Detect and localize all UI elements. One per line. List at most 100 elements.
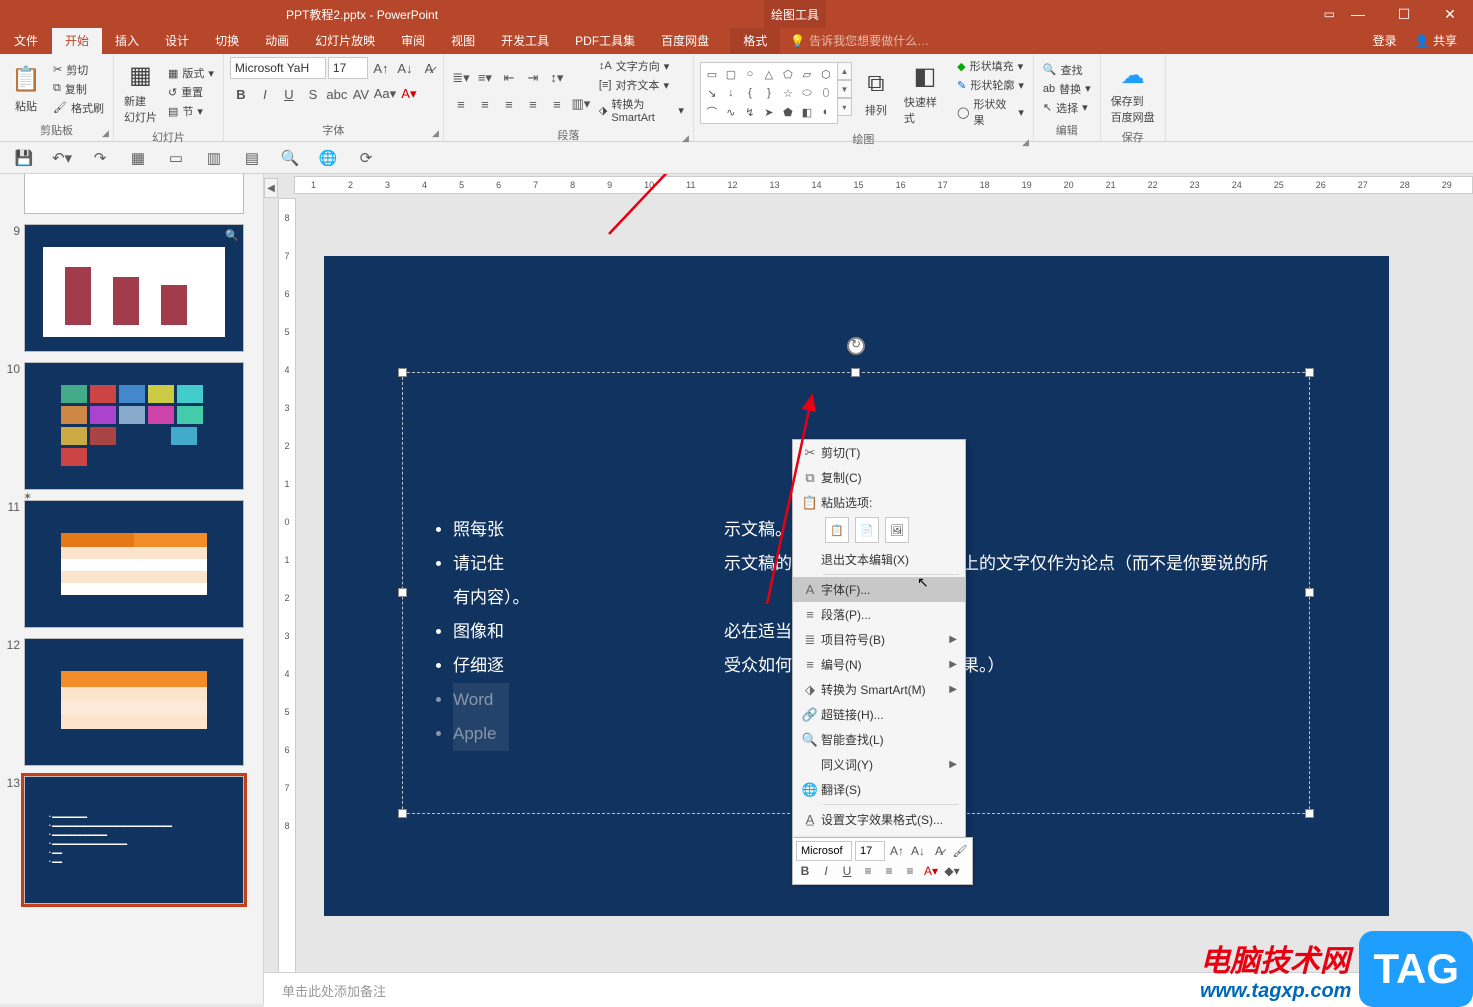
save-baidu-button[interactable]: ☁保存到 百度网盘 bbox=[1107, 57, 1159, 127]
mini-align[interactable]: ≡ bbox=[880, 861, 898, 881]
resize-handle[interactable] bbox=[1305, 588, 1314, 597]
slide-thumb[interactable]: 11 bbox=[4, 500, 257, 628]
mini-painter-icon[interactable]: 🖌 bbox=[951, 841, 969, 861]
mini-fontcolor[interactable]: A▾ bbox=[922, 861, 940, 881]
resize-handle[interactable] bbox=[1305, 809, 1314, 818]
section-button[interactable]: ▤节▾ bbox=[165, 102, 217, 120]
align-left-button[interactable]: ≡ bbox=[450, 93, 472, 115]
font-launcher-icon[interactable]: ◢ bbox=[432, 128, 439, 139]
qat-icon[interactable]: ▤ bbox=[242, 148, 262, 168]
ctx-synonyms[interactable]: 同义词(Y)▶ bbox=[793, 752, 965, 777]
paste-option-1[interactable]: 📋 bbox=[825, 517, 849, 543]
align-text-button[interactable]: [≡]对齐文本▾ bbox=[596, 76, 687, 94]
maximize-button[interactable]: ☐ bbox=[1381, 0, 1427, 28]
ctx-hyperlink[interactable]: 🔗超链接(H)... bbox=[793, 702, 965, 727]
shape-fill-button[interactable]: ◆形状填充▾ bbox=[954, 57, 1027, 75]
share-button[interactable]: 👤 共享 bbox=[1407, 27, 1465, 54]
replace-button[interactable]: ab替换▾ bbox=[1040, 80, 1094, 98]
increase-font-icon[interactable]: A↑ bbox=[370, 57, 392, 79]
ctx-numbering[interactable]: ≡编号(N)▶ bbox=[793, 652, 965, 677]
tab-developer[interactable]: 开发工具 bbox=[488, 27, 562, 54]
magnify-icon[interactable]: 🔍 bbox=[225, 229, 239, 242]
mini-decrease-icon[interactable]: A↓ bbox=[909, 841, 927, 861]
mini-bold[interactable]: B bbox=[796, 861, 814, 881]
decrease-font-icon[interactable]: A↓ bbox=[394, 57, 416, 79]
slide-thumb-selected[interactable]: 13 • ▬▬▬▬▬▬▬• ▬▬▬▬▬▬▬▬▬▬▬▬▬▬▬▬▬▬▬▬▬▬▬▬• … bbox=[4, 776, 257, 904]
bullets-button[interactable]: ≣▾ bbox=[450, 67, 472, 89]
minimize-button[interactable]: — bbox=[1335, 0, 1381, 28]
mini-clear-icon[interactable]: A̷ bbox=[930, 841, 948, 861]
ctx-exit-text[interactable]: 退出文本编辑(X) bbox=[793, 547, 965, 572]
mini-underline[interactable]: U bbox=[838, 861, 856, 881]
line-spacing-button[interactable]: ↕▾ bbox=[546, 67, 568, 89]
shape-effects-button[interactable]: ◯形状效果▾ bbox=[954, 95, 1027, 129]
undo-icon[interactable]: ↶▾ bbox=[52, 148, 72, 168]
resize-handle[interactable] bbox=[398, 809, 407, 818]
spacing-button[interactable]: AV bbox=[350, 83, 372, 105]
tell-me-input[interactable]: 💡告诉我您想要做什么… bbox=[790, 27, 929, 54]
slide-editor[interactable]: ◀ 12345678910111213141516171819202122232… bbox=[264, 174, 1473, 1004]
resize-handle[interactable] bbox=[398, 588, 407, 597]
tab-file[interactable]: 文件 bbox=[0, 27, 52, 54]
paste-button[interactable]: 📋粘贴 bbox=[6, 62, 46, 116]
find-button[interactable]: 🔍查找 bbox=[1040, 61, 1094, 79]
shapes-gallery[interactable]: ▭▢○△⬠▱⬡ ↘↓{}☆⬭⬯ ⌒∿↯➤⬟◧◐ bbox=[700, 62, 838, 124]
convert-smartart-button[interactable]: ⬗转换为 SmartArt▾ bbox=[596, 95, 687, 125]
qat-icon[interactable]: ▦ bbox=[128, 148, 148, 168]
layout-button[interactable]: ▦版式▾ bbox=[165, 64, 217, 82]
strike-button[interactable]: abc bbox=[326, 83, 348, 105]
mini-italic[interactable]: I bbox=[817, 861, 835, 881]
arrange-button[interactable]: ⧉排列 bbox=[856, 66, 896, 120]
format-painter-button[interactable]: 🖌格式刷 bbox=[50, 99, 107, 117]
mini-font-combo[interactable]: Microsof bbox=[796, 841, 852, 861]
qat-icon[interactable]: ▥ bbox=[204, 148, 224, 168]
slide-thumb[interactable]: 10 ✶ bbox=[4, 362, 257, 490]
qat-icon[interactable]: ⟳ bbox=[356, 148, 376, 168]
qat-icon[interactable]: 🔍 bbox=[280, 148, 300, 168]
justify-button[interactable]: ≡ bbox=[522, 93, 544, 115]
rotation-handle-icon[interactable] bbox=[847, 337, 865, 355]
clear-format-icon[interactable]: A̷ bbox=[418, 57, 440, 79]
ribbon-options-icon[interactable]: ▭ bbox=[1324, 7, 1335, 21]
qat-icon[interactable]: 🌐 bbox=[318, 148, 338, 168]
align-center-button[interactable]: ≡ bbox=[474, 93, 496, 115]
cut-button[interactable]: ✂剪切 bbox=[50, 61, 107, 79]
reset-button[interactable]: ↺重置 bbox=[165, 83, 217, 101]
ctx-translate[interactable]: 🌐翻译(S) bbox=[793, 777, 965, 802]
tab-pdf[interactable]: PDF工具集 bbox=[562, 27, 648, 54]
ctx-smartart[interactable]: ⬗转换为 SmartArt(M)▶ bbox=[793, 677, 965, 702]
paste-option-3[interactable]: 🖼 bbox=[885, 517, 909, 543]
tab-view[interactable]: 视图 bbox=[438, 27, 488, 54]
font-size-combo[interactable]: 17 bbox=[328, 57, 368, 79]
slide-thumb[interactable]: 9 🔍 bbox=[4, 224, 257, 352]
indent-right-button[interactable]: ⇥ bbox=[522, 67, 544, 89]
italic-button[interactable]: I bbox=[254, 83, 276, 105]
slide-thumb[interactable]: 8 bbox=[4, 174, 257, 214]
mini-fill[interactable]: ◆▾ bbox=[943, 861, 961, 881]
ctx-text-effect[interactable]: A̲设置文字效果格式(S)... bbox=[793, 807, 965, 832]
resize-handle[interactable] bbox=[398, 368, 407, 377]
save-icon[interactable]: 💾 bbox=[14, 148, 34, 168]
login-button[interactable]: 登录 bbox=[1365, 27, 1405, 54]
collapse-thumbnails-icon[interactable]: ◀ bbox=[264, 178, 278, 198]
tab-format[interactable]: 格式 bbox=[730, 27, 780, 54]
qat-icon[interactable]: ▭ bbox=[166, 148, 186, 168]
columns-button[interactable]: ▥▾ bbox=[570, 93, 592, 115]
tab-slideshow[interactable]: 幻灯片放映 bbox=[302, 27, 388, 54]
mini-size-combo[interactable]: 17 bbox=[855, 841, 885, 861]
thumbnail-pane[interactable]: 8 9 🔍 10 ✶ bbox=[0, 174, 264, 1004]
paste-option-2[interactable]: 📄 bbox=[855, 517, 879, 543]
numbering-button[interactable]: ≡▾ bbox=[474, 67, 496, 89]
tab-review[interactable]: 审阅 bbox=[388, 27, 438, 54]
distribute-button[interactable]: ≡ bbox=[546, 93, 568, 115]
quick-styles-button[interactable]: ◧快速样式 bbox=[900, 58, 950, 128]
ctx-smartlookup[interactable]: 🔍智能查找(L) bbox=[793, 727, 965, 752]
align-right-button[interactable]: ≡ bbox=[498, 93, 520, 115]
select-button[interactable]: ↖选择▾ bbox=[1040, 99, 1094, 117]
ctx-paragraph[interactable]: ≡段落(P)... bbox=[793, 602, 965, 627]
mini-increase-icon[interactable]: A↑ bbox=[888, 841, 906, 861]
tab-home[interactable]: 开始 bbox=[52, 27, 102, 54]
ctx-cut[interactable]: ✂剪切(T) bbox=[793, 440, 965, 465]
tab-insert[interactable]: 插入 bbox=[102, 27, 152, 54]
resize-handle[interactable] bbox=[851, 368, 860, 377]
